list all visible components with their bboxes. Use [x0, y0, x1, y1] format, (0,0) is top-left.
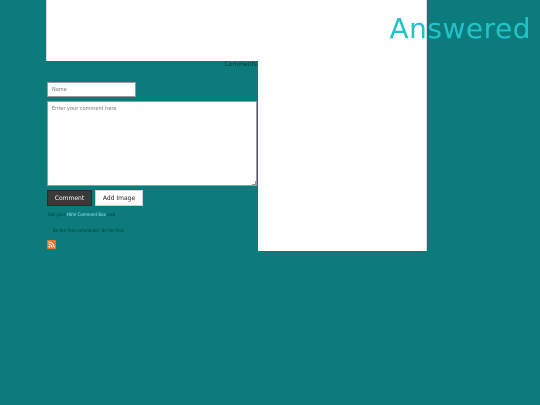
comments-link[interactable]: Comments	[224, 61, 257, 68]
footer-note: Be the first commenter. Be the first.	[53, 228, 126, 233]
comment-button[interactable]: Comment	[47, 190, 92, 206]
name-input[interactable]	[47, 82, 136, 97]
footer-suffix: now	[107, 212, 116, 217]
html-comment-box-link[interactable]: Html Comment Box	[67, 212, 106, 217]
page-title: Answered	[389, 12, 531, 45]
rss-icon[interactable]	[47, 240, 56, 249]
resize-grip-icon[interactable]	[252, 181, 256, 185]
add-image-button[interactable]: Add Image	[95, 190, 143, 206]
footer-credit: Get your Html Comment Box now	[48, 212, 115, 217]
rss-glyph-icon	[48, 241, 55, 248]
comment-box: Comments Comment Add Image Get your Html…	[46, 61, 258, 251]
footer-prefix: Get your	[48, 212, 66, 217]
comment-textarea[interactable]	[47, 101, 257, 186]
